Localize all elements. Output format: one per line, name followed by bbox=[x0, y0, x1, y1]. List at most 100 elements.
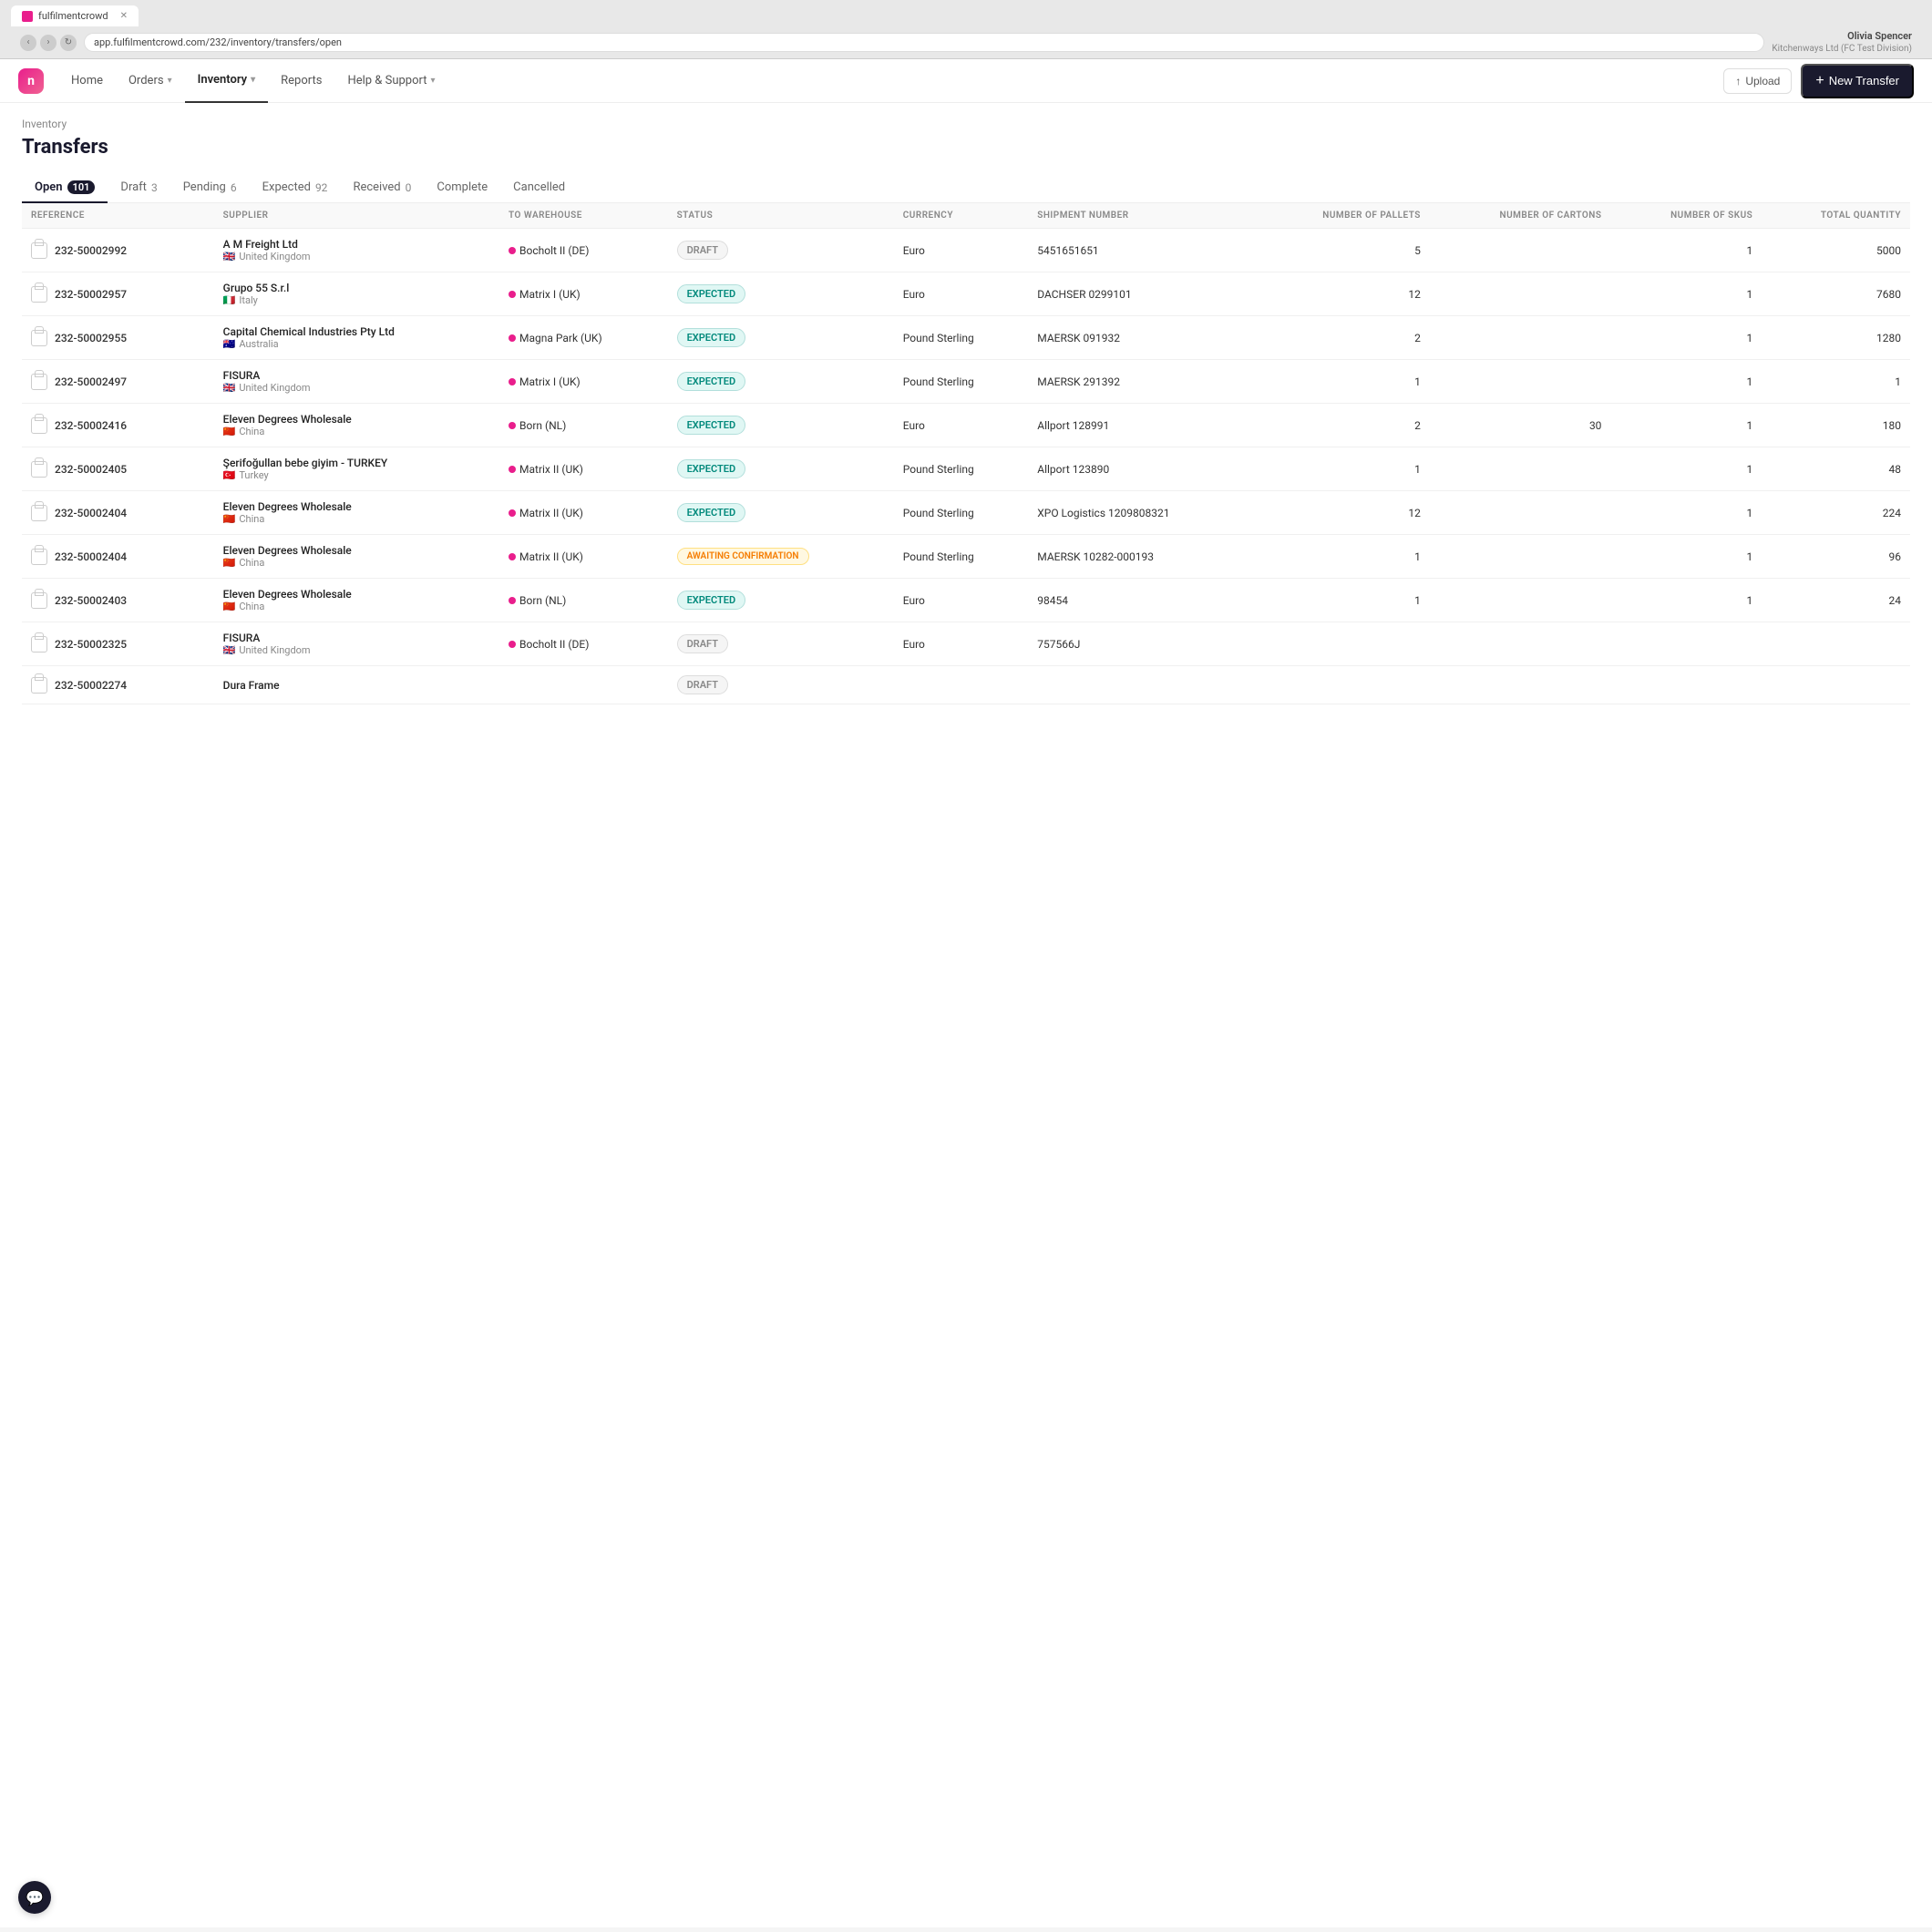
cell-pallets: 5 bbox=[1255, 229, 1430, 272]
cell-cartons bbox=[1430, 316, 1611, 360]
status-badge: AWAITING CONFIRMATION bbox=[677, 548, 809, 565]
nav-inventory[interactable]: Inventory ▾ bbox=[185, 59, 269, 103]
cell-status: AWAITING CONFIRMATION bbox=[668, 535, 894, 579]
transfers-table-wrapper: Reference Supplier To Warehouse Status C… bbox=[22, 203, 1910, 704]
table-header-row: Reference Supplier To Warehouse Status C… bbox=[22, 203, 1910, 229]
cell-skus bbox=[1610, 666, 1762, 704]
cell-total-qty: 24 bbox=[1762, 579, 1910, 622]
upload-button[interactable]: ↑ Upload bbox=[1723, 68, 1792, 94]
cell-warehouse: Matrix II (UK) bbox=[499, 535, 668, 579]
cell-reference: 232-50002404 bbox=[22, 491, 214, 535]
cell-pallets bbox=[1255, 622, 1430, 666]
table-row[interactable]: 232-50002325 FISURA 🇬🇧 United Kingdom Bo… bbox=[22, 622, 1910, 666]
lock-icon bbox=[31, 242, 47, 259]
transfers-table: Reference Supplier To Warehouse Status C… bbox=[22, 203, 1910, 704]
table-row[interactable]: 232-50002957 Grupo 55 S.r.l 🇮🇹 Italy Mat… bbox=[22, 272, 1910, 316]
nav-home[interactable]: Home bbox=[58, 59, 116, 103]
tab-draft[interactable]: Draft 3 bbox=[108, 173, 170, 203]
table-row[interactable]: 232-50002955 Capital Chemical Industries… bbox=[22, 316, 1910, 360]
cell-reference: 232-50002403 bbox=[22, 579, 214, 622]
refresh-button[interactable]: ↻ bbox=[60, 35, 77, 51]
cell-supplier: Eleven Degrees Wholesale 🇨🇳 China bbox=[214, 491, 499, 535]
nav-reports[interactable]: Reports bbox=[268, 59, 334, 103]
table-row[interactable]: 232-50002274 Dura Frame DRAFT bbox=[22, 666, 1910, 704]
table-row[interactable]: 232-50002404 Eleven Degrees Wholesale 🇨🇳… bbox=[22, 535, 1910, 579]
cell-pallets bbox=[1255, 666, 1430, 704]
user-name: Olivia Spencer bbox=[1772, 30, 1912, 43]
tab-complete[interactable]: Complete bbox=[424, 173, 500, 203]
warehouse-value: Magna Park (UK) bbox=[509, 332, 659, 344]
table-row[interactable]: 232-50002992 A M Freight Ltd 🇬🇧 United K… bbox=[22, 229, 1910, 272]
cell-pallets: 1 bbox=[1255, 447, 1430, 491]
cell-shipment: Allport 123890 bbox=[1028, 447, 1255, 491]
cell-supplier: A M Freight Ltd 🇬🇧 United Kingdom bbox=[214, 229, 499, 272]
warehouse-value: Born (NL) bbox=[509, 594, 659, 607]
cell-cartons bbox=[1430, 622, 1611, 666]
nav-orders[interactable]: Orders ▾ bbox=[116, 59, 185, 103]
cell-reference: 232-50002404 bbox=[22, 535, 214, 579]
nav-help[interactable]: Help & Support ▾ bbox=[334, 59, 447, 103]
status-badge: EXPECTED bbox=[677, 372, 746, 391]
tab-cancelled[interactable]: Cancelled bbox=[500, 173, 578, 203]
ref-number: 232-50002404 bbox=[55, 550, 127, 563]
warehouse-dot bbox=[509, 334, 516, 342]
back-button[interactable]: ‹ bbox=[20, 35, 36, 51]
warehouse-dot bbox=[509, 422, 516, 429]
address-bar[interactable]: app.fulfilmentcrowd.com/232/inventory/tr… bbox=[84, 33, 1764, 52]
favicon bbox=[22, 11, 33, 22]
cell-currency: Euro bbox=[894, 229, 1028, 272]
tab-received[interactable]: Received 0 bbox=[340, 173, 424, 203]
cell-status: DRAFT bbox=[668, 666, 894, 704]
tab-close[interactable]: ✕ bbox=[120, 11, 128, 21]
ref-number: 232-50002274 bbox=[55, 679, 127, 692]
browser-tab[interactable]: fulfilmentcrowd ✕ bbox=[11, 5, 139, 26]
app-logo[interactable]: n bbox=[18, 68, 44, 94]
lock-icon bbox=[31, 374, 47, 390]
status-badge: DRAFT bbox=[677, 675, 728, 694]
forward-button[interactable]: › bbox=[40, 35, 57, 51]
tab-expected[interactable]: Expected 92 bbox=[250, 173, 341, 203]
lock-icon bbox=[31, 505, 47, 521]
lock-icon bbox=[31, 636, 47, 653]
cell-pallets: 12 bbox=[1255, 272, 1430, 316]
warehouse-value: Matrix II (UK) bbox=[509, 463, 659, 476]
cell-supplier: Dura Frame bbox=[214, 666, 499, 704]
cell-reference: 232-50002955 bbox=[22, 316, 214, 360]
breadcrumb: Inventory bbox=[22, 118, 1910, 130]
tab-open[interactable]: Open 101 bbox=[22, 173, 108, 203]
warehouse-dot bbox=[509, 641, 516, 648]
chat-bubble[interactable]: 💬 bbox=[18, 1881, 51, 1914]
warehouse-dot bbox=[509, 597, 516, 604]
table-row[interactable]: 232-50002497 FISURA 🇬🇧 United Kingdom Ma… bbox=[22, 360, 1910, 404]
country-flag: 🇨🇳 bbox=[223, 557, 236, 569]
cell-cartons bbox=[1430, 272, 1611, 316]
cell-status: EXPECTED bbox=[668, 272, 894, 316]
cell-reference: 232-50002405 bbox=[22, 447, 214, 491]
supplier-country: 🇦🇺 Australia bbox=[223, 338, 490, 350]
cell-warehouse: Matrix II (UK) bbox=[499, 447, 668, 491]
cell-cartons bbox=[1430, 447, 1611, 491]
top-nav: n Home Orders ▾ Inventory ▾ Reports Help… bbox=[0, 59, 1932, 103]
cell-total-qty: 96 bbox=[1762, 535, 1910, 579]
cell-pallets: 12 bbox=[1255, 491, 1430, 535]
cell-currency: Pound Sterling bbox=[894, 360, 1028, 404]
cell-total-qty bbox=[1762, 622, 1910, 666]
cell-warehouse: Matrix I (UK) bbox=[499, 272, 668, 316]
new-transfer-button[interactable]: + New Transfer bbox=[1801, 64, 1914, 98]
table-row[interactable]: 232-50002416 Eleven Degrees Wholesale 🇨🇳… bbox=[22, 404, 1910, 447]
country-flag: 🇨🇳 bbox=[223, 513, 236, 525]
cell-total-qty: 180 bbox=[1762, 404, 1910, 447]
table-row[interactable]: 232-50002405 Şerifoğullan bebe giyim - T… bbox=[22, 447, 1910, 491]
table-row[interactable]: 232-50002404 Eleven Degrees Wholesale 🇨🇳… bbox=[22, 491, 1910, 535]
cell-supplier: Capital Chemical Industries Pty Ltd 🇦🇺 A… bbox=[214, 316, 499, 360]
country-flag: 🇮🇹 bbox=[223, 294, 236, 306]
country-flag: 🇨🇳 bbox=[223, 601, 236, 612]
col-currency: Currency bbox=[894, 203, 1028, 229]
cell-currency: Euro bbox=[894, 579, 1028, 622]
tab-pending[interactable]: Pending 6 bbox=[170, 173, 250, 203]
table-row[interactable]: 232-50002403 Eleven Degrees Wholesale 🇨🇳… bbox=[22, 579, 1910, 622]
tab-title: fulfilmentcrowd bbox=[38, 10, 108, 22]
cell-cartons bbox=[1430, 491, 1611, 535]
cell-warehouse: Matrix II (UK) bbox=[499, 491, 668, 535]
cell-shipment: MAERSK 10282-000193 bbox=[1028, 535, 1255, 579]
